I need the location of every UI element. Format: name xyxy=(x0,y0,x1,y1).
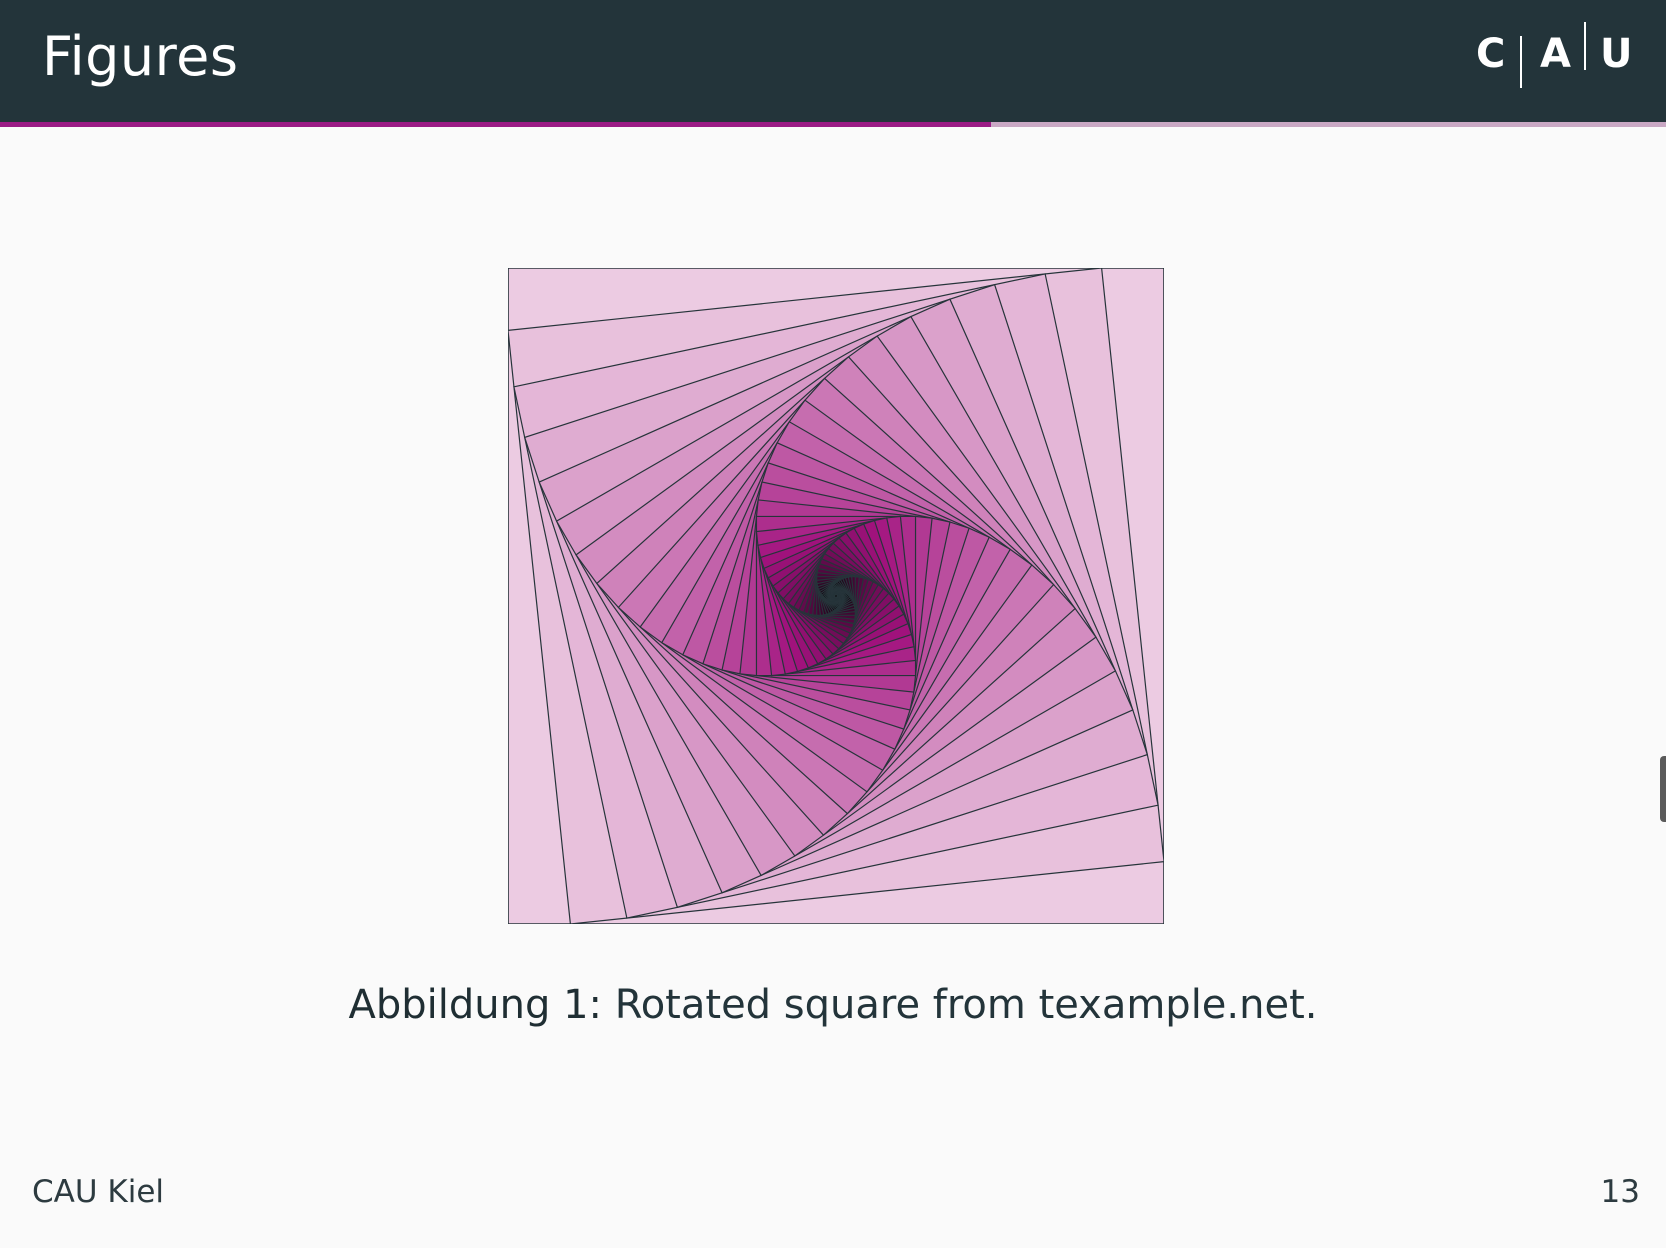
square-layer xyxy=(833,593,839,599)
progress-fill xyxy=(0,122,992,127)
figure-rotated-square xyxy=(508,268,1164,924)
progress-track xyxy=(0,122,1666,127)
logo-letter-c: C xyxy=(1476,31,1506,77)
logo-letter-u: U xyxy=(1600,31,1633,77)
logo-divider-2 xyxy=(1584,22,1586,70)
cau-logo: C A U xyxy=(1470,20,1640,90)
header-bar: Figures C A U xyxy=(0,0,1666,122)
figure-caption: Abbildung 1: Rotated square from texampl… xyxy=(0,980,1666,1030)
rotated-square-graphic xyxy=(508,268,1164,924)
page-number: 13 xyxy=(1600,1174,1640,1210)
logo-divider-1 xyxy=(1520,36,1522,88)
page-title: Figures xyxy=(42,25,239,88)
caption-label: Abbildung 1: xyxy=(348,982,603,1028)
logo-letter-a: A xyxy=(1540,31,1571,77)
slide: Figures C A U Abbildung 1: Rotated squar… xyxy=(0,0,1666,1248)
footer-institution: CAU Kiel xyxy=(32,1174,165,1210)
caption-text: Rotated square from texample.net. xyxy=(602,982,1318,1028)
scroll-handle[interactable] xyxy=(1660,756,1666,822)
